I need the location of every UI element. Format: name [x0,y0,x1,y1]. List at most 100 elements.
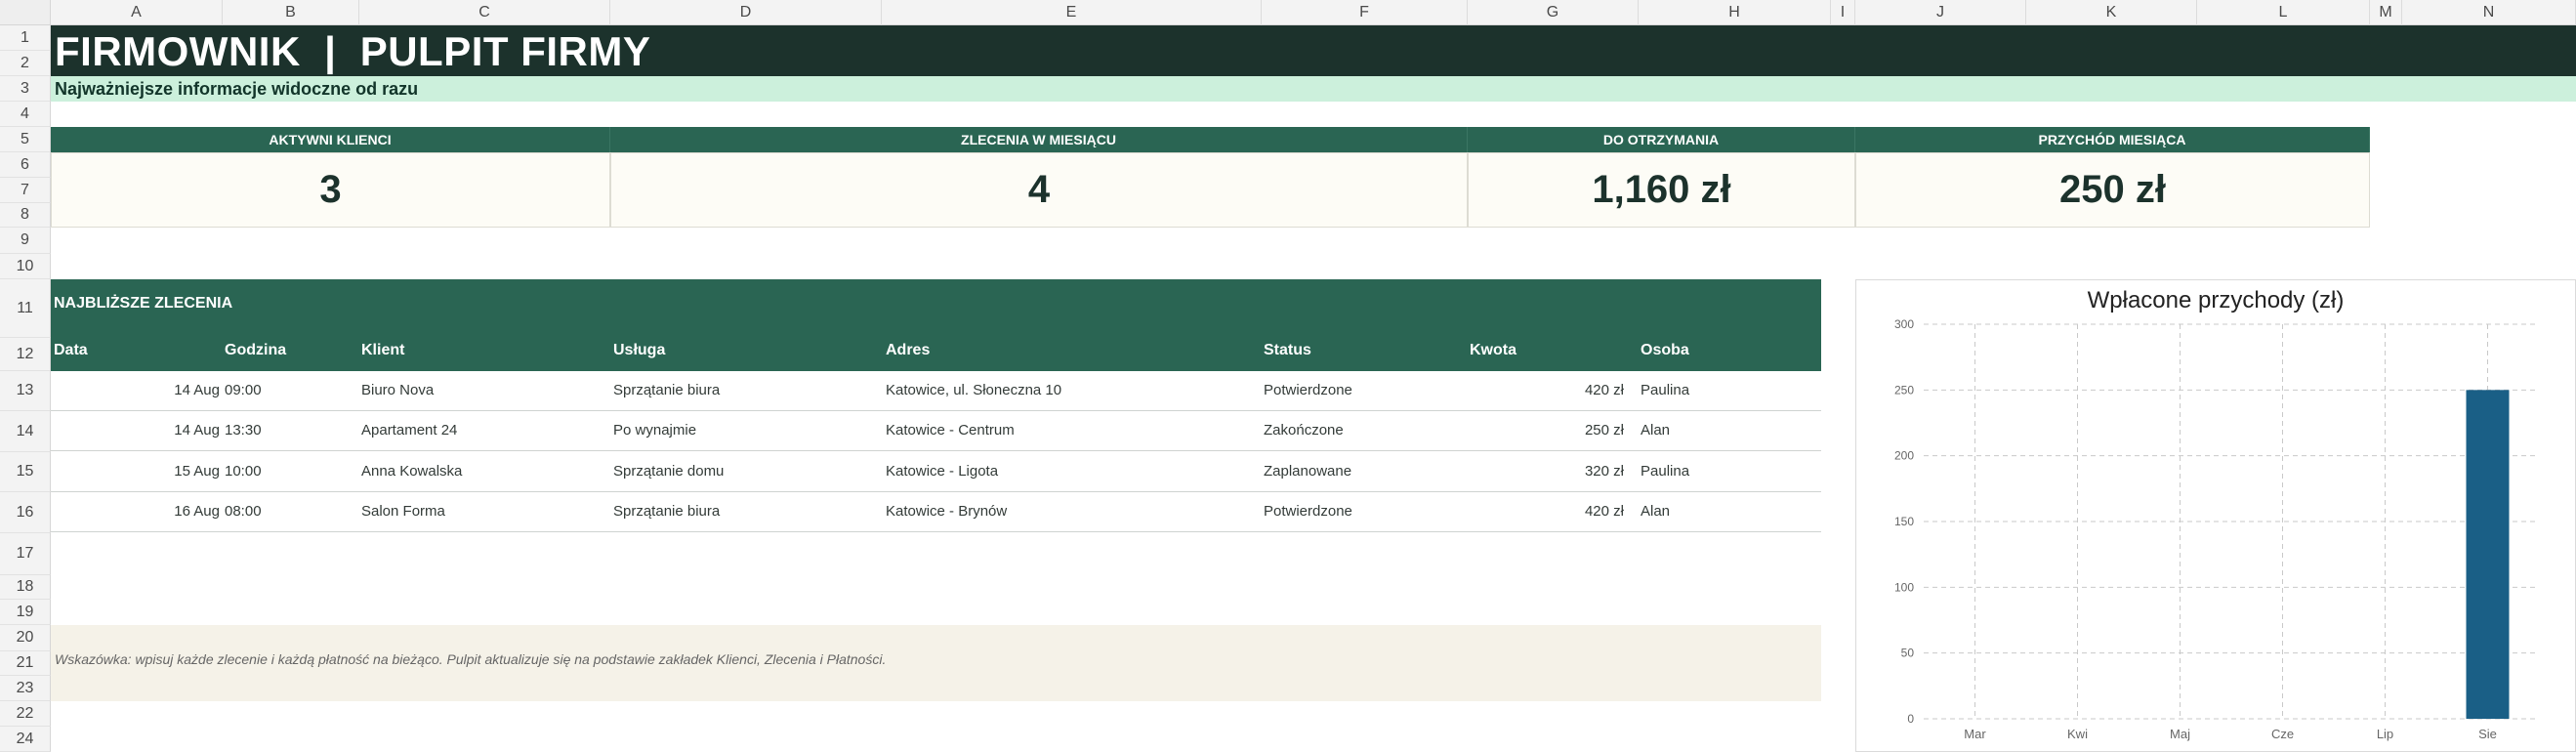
row-header-2[interactable]: 2 [0,51,51,76]
cell-time[interactable]: 10:00 [225,452,264,491]
column-header-k[interactable]: K [2026,0,2197,25]
col-header-client[interactable]: Klient [361,338,404,363]
row-header-13[interactable]: 13 [0,371,51,411]
cell-status[interactable]: Zakończone [1264,411,1464,450]
orders-table-title: NAJBLIŻSZE ZLECENIA [54,295,233,312]
y-tick-label: 150 [1894,515,1914,528]
cell-person[interactable]: Paulina [1641,452,1816,491]
column-header-j[interactable]: J [1855,0,2026,25]
col-header-service[interactable]: Usługa [613,338,665,363]
row-header-3[interactable]: 3 [0,76,51,102]
subtitle-band [51,76,2576,102]
row-header-5[interactable]: 5 [0,127,51,152]
row-header-14[interactable]: 14 [0,411,51,452]
column-header-i[interactable]: I [1831,0,1855,25]
cell-date[interactable]: 14 Aug [51,411,220,450]
column-header-d[interactable]: D [610,0,882,25]
col-header-time[interactable]: Godzina [225,338,286,363]
kpi-label-orders-month: ZLECENIA W MIESIĄCU [610,127,1468,152]
cell-date[interactable]: 15 Aug [51,452,220,491]
cell-address[interactable]: Katowice, ul. Słoneczna 10 [886,371,1257,410]
row-header-18[interactable]: 18 [0,575,51,600]
orders-table-header-band [51,279,1821,371]
cell-client[interactable]: Salon Forma [361,492,605,531]
x-tick-label: Cze [2271,727,2294,741]
row-header-9[interactable]: 9 [0,228,51,254]
row-header-10[interactable]: 10 [0,254,51,279]
column-header-a[interactable]: A [51,0,223,25]
x-tick-label: Mar [1964,727,1986,741]
column-header-f[interactable]: F [1262,0,1468,25]
cell-amount[interactable]: 420 zł [1468,492,1624,531]
cell-status[interactable]: Potwierdzone [1264,371,1464,410]
kpi-label-active-clients: AKTYWNI KLIENCI [51,127,610,152]
cell-date[interactable]: 14 Aug [51,371,220,410]
y-tick-label: 250 [1894,383,1914,397]
cell-time[interactable]: 09:00 [225,371,264,410]
row-header-21[interactable]: 21 [0,651,51,676]
cell-address[interactable]: Katowice - Brynów [886,492,1257,531]
row-header-7[interactable]: 7 [0,178,51,203]
cell-date[interactable]: 16 Aug [51,492,220,531]
row-header-11[interactable]: 11 [0,279,51,338]
row-header-4[interactable]: 4 [0,102,51,127]
row-header-16[interactable]: 16 [0,492,51,533]
row-header-20[interactable]: 20 [0,625,51,651]
row-header-6[interactable]: 6 [0,152,51,178]
cell-status[interactable]: Potwierdzone [1264,492,1464,531]
row-header-19[interactable]: 19 [0,600,51,625]
col-header-amount[interactable]: Kwota [1470,338,1517,363]
select-all-corner[interactable] [0,0,51,25]
cell-client[interactable]: Apartament 24 [361,411,605,450]
cell-time[interactable]: 08:00 [225,492,264,531]
kpi-value-orders-month: 4 [610,152,1468,228]
cell-time[interactable]: 13:30 [225,411,264,450]
row-header-15[interactable]: 15 [0,452,51,492]
page-title: FIRMOWNIK | PULPIT FIRMY [55,28,651,74]
y-tick-label: 50 [1901,647,1915,660]
column-header-n[interactable]: N [2402,0,2576,25]
column-header-l[interactable]: L [2197,0,2370,25]
row-header-23[interactable]: 23 [0,676,51,701]
cell-service[interactable]: Po wynajmie [613,411,877,450]
row-header-17[interactable]: 17 [0,533,51,575]
cell-person[interactable]: Alan [1641,411,1816,450]
cell-service[interactable]: Sprzątanie biura [613,492,877,531]
bar-sie[interactable] [2466,390,2510,719]
col-header-address[interactable]: Adres [886,338,930,363]
y-tick-label: 300 [1894,317,1914,331]
page-subtitle: Najważniejsze informacje widoczne od raz… [55,79,419,99]
cell-service[interactable]: Sprzątanie domu [613,452,877,491]
col-header-date[interactable]: Data [54,338,88,363]
y-tick-label: 0 [1907,712,1914,726]
cell-person[interactable]: Paulina [1641,371,1816,410]
row-header-22[interactable]: 22 [0,701,51,727]
cell-client[interactable]: Biuro Nova [361,371,605,410]
cell-amount[interactable]: 420 zł [1468,371,1624,410]
column-header-g[interactable]: G [1468,0,1639,25]
cell-status[interactable]: Zaplanowane [1264,452,1464,491]
cell-service[interactable]: Sprzątanie biura [613,371,877,410]
cell-person[interactable]: Alan [1641,492,1816,531]
row-header-1[interactable]: 1 [0,25,51,51]
revenue-bar-chart: 0 50 100 150 200 250 300 Mar Kwi Maj Cze Lip Sie [1894,317,2539,741]
column-header-m[interactable]: M [2370,0,2402,25]
tip-text: Wskazówka: wpisuj każde zlecenie i każdą… [55,651,887,667]
cell-amount[interactable]: 250 zł [1468,411,1624,450]
row-header-12[interactable]: 12 [0,338,51,371]
column-header-h[interactable]: H [1639,0,1831,25]
cell-amount[interactable]: 320 zł [1468,452,1624,491]
cell-client[interactable]: Anna Kowalska [361,452,605,491]
column-header-b[interactable]: B [223,0,359,25]
cell-address[interactable]: Katowice - Centrum [886,411,1257,450]
x-tick-label: Sie [2478,727,2497,741]
row-header-24[interactable]: 24 [0,727,51,752]
col-header-person[interactable]: Osoba [1641,338,1689,363]
kpi-value-monthly-revenue: 250 zł [1855,152,2370,228]
row-header-8[interactable]: 8 [0,203,51,228]
cell-address[interactable]: Katowice - Ligota [886,452,1257,491]
column-header-c[interactable]: C [359,0,610,25]
col-header-status[interactable]: Status [1264,338,1311,363]
column-header-e[interactable]: E [882,0,1262,25]
kpi-value-receivable: 1,160 zł [1468,152,1855,228]
